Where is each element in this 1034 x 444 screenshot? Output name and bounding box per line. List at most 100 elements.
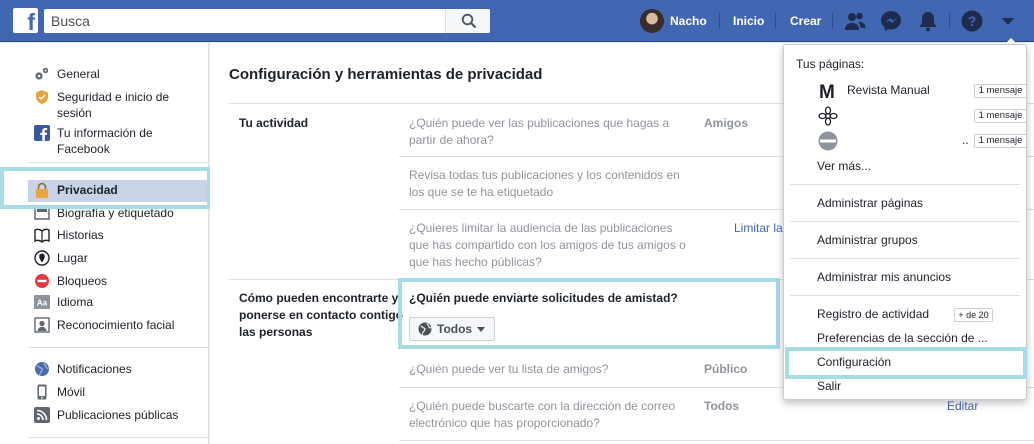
menu-divider (790, 295, 1020, 296)
facebook-logo[interactable]: f (13, 8, 38, 35)
location-icon (34, 250, 50, 266)
face-recognition-icon (34, 317, 50, 333)
menu-divider (790, 258, 1020, 259)
gear-icon (35, 67, 49, 80)
svg-text:Aa: Aa (37, 299, 48, 308)
round-logo-icon (818, 131, 838, 151)
user-name: Nacho (670, 14, 707, 28)
setting-value: Público (704, 362, 748, 376)
mobile-icon (37, 384, 47, 400)
messenger-icon[interactable] (879, 9, 903, 33)
sidebar-item-mobile[interactable]: Móvil (35, 384, 85, 400)
limit-past-posts-link[interactable]: Limitar la (734, 221, 783, 235)
settings-highlight-box (785, 347, 1027, 379)
sidebar-item-public-posts[interactable]: Publicaciones públicas (34, 407, 179, 423)
top-navigation-bar: f Nacho Inicio Crear ? (0, 0, 1034, 42)
facebook-logo-letter: f (27, 9, 35, 35)
manage-ads-item[interactable]: Administrar mis anuncios (817, 270, 951, 284)
logout-item[interactable]: Salir (817, 379, 841, 393)
page-item[interactable]: 1 mensaje (817, 106, 1027, 126)
sidebar-divider (28, 437, 208, 438)
page-item[interactable]: .. 1 mensaje (817, 131, 1027, 151)
svg-text:?: ? (968, 13, 977, 29)
sidebar-item-blocking[interactable]: Bloqueos (35, 273, 107, 289)
sidebar-item-general[interactable]: General (35, 66, 100, 82)
home-link[interactable]: Inicio (733, 14, 764, 28)
avatar (640, 9, 664, 33)
menu-divider (790, 184, 1020, 185)
news-feed-preferences-item[interactable]: Preferencias de la sección de ... (817, 331, 988, 345)
help-icon[interactable]: ? (960, 9, 984, 33)
setting-question: ¿Quién puede ver las publicaciones que h… (409, 116, 670, 147)
manage-pages-item[interactable]: Administrar páginas (817, 196, 923, 210)
sidebar-item-security[interactable]: Seguridad e inicio de sesión (35, 89, 205, 121)
sidebar-item-label: Publicaciones públicas (57, 408, 179, 422)
sidebar-item-label: Seguridad e inicio de sesión (57, 90, 170, 120)
friends-icon[interactable] (843, 9, 867, 33)
account-menu-icon[interactable] (996, 9, 1020, 33)
setting-value: Todos (704, 399, 740, 413)
language-icon: Aa (34, 295, 50, 309)
sidebar-item-stories[interactable]: Historias (34, 227, 104, 243)
sidebar-item-label: Historias (57, 228, 104, 242)
sidebar-item-label: Tu información de Facebook (57, 126, 153, 156)
sidebar-item-label: Móvil (57, 385, 86, 399)
privacy-highlight-box (0, 167, 211, 209)
activity-log-item[interactable]: Registro de actividad (817, 307, 929, 321)
rss-icon (34, 407, 50, 423)
create-link[interactable]: Crear (790, 14, 821, 28)
shield-badge-icon (36, 90, 48, 104)
see-more-link[interactable]: Ver más... (817, 159, 871, 173)
settings-sidebar: General Seguridad e inicio de sesión Tu … (0, 43, 209, 444)
globe-icon (35, 362, 50, 376)
search-box (44, 9, 490, 33)
sidebar-divider (28, 162, 208, 163)
revista-manual-logo: M (819, 82, 835, 101)
sidebar-item-your-information[interactable]: Tu información de Facebook (34, 125, 195, 157)
sidebar-item-face-recognition[interactable]: Reconocimiento facial (34, 317, 175, 333)
topbar-divider (775, 13, 776, 29)
message-badge: 1 mensaje (974, 109, 1027, 123)
book-icon (34, 228, 50, 243)
setting-value: Amigos (704, 116, 749, 130)
setting-question: ¿Quién puede ver tu lista de amigos? (409, 362, 609, 376)
sidebar-divider (28, 347, 208, 348)
page-name: Revista Manual (847, 83, 930, 97)
sidebar-item-label: Bloqueos (57, 274, 108, 288)
sidebar-item-label: Idioma (57, 295, 94, 309)
sidebar-item-language[interactable]: Aa Idioma (34, 294, 94, 310)
setting-question: Revisa todas tus publicaciones y los con… (409, 168, 680, 199)
search-button[interactable] (445, 9, 490, 33)
message-badge: 1 mensaje (974, 134, 1027, 148)
notifications-icon[interactable] (916, 9, 940, 33)
edit-link[interactable]: Editar (947, 399, 978, 413)
sidebar-item-label: Reconocimiento facial (57, 318, 175, 332)
profile-link[interactable]: Nacho (640, 9, 707, 33)
facebook-icon (34, 125, 50, 141)
row-divider (399, 440, 1034, 441)
sidebar-item-label: General (57, 67, 100, 81)
page-name: .. (962, 133, 969, 147)
sidebar-item-notifications[interactable]: Notificaciones (35, 361, 132, 377)
activity-count-badge: + de 20 (954, 308, 993, 322)
flower-logo-icon (818, 106, 838, 126)
search-icon (461, 13, 477, 29)
topbar-divider (949, 13, 950, 29)
search-input[interactable] (44, 9, 444, 33)
your-pages-label: Tus páginas: (796, 57, 865, 71)
sidebar-item-label: Lugar (57, 251, 88, 265)
manage-groups-item[interactable]: Administrar grupos (817, 233, 918, 247)
topbar-divider (719, 13, 720, 29)
section-title-your-activity: Tu actividad (239, 116, 309, 130)
section-title-how-people-find-you: Cómo pueden encontrarte y ponerse en con… (239, 291, 404, 339)
page-item[interactable]: M Revista Manual 1 mensaje (817, 81, 1027, 101)
block-icon (35, 274, 49, 288)
menu-divider (790, 221, 1020, 222)
friend-requests-highlight-box (398, 278, 780, 349)
message-badge: 1 mensaje (974, 84, 1027, 98)
sidebar-item-label: Notificaciones (57, 362, 132, 376)
sidebar-item-location[interactable]: Lugar (34, 250, 88, 266)
setting-question: ¿Quién puede buscarte con la dirección d… (409, 399, 676, 430)
setting-question: ¿Quieres limitar la audiencia de las pub… (409, 221, 686, 269)
svg-text:M: M (819, 82, 835, 101)
